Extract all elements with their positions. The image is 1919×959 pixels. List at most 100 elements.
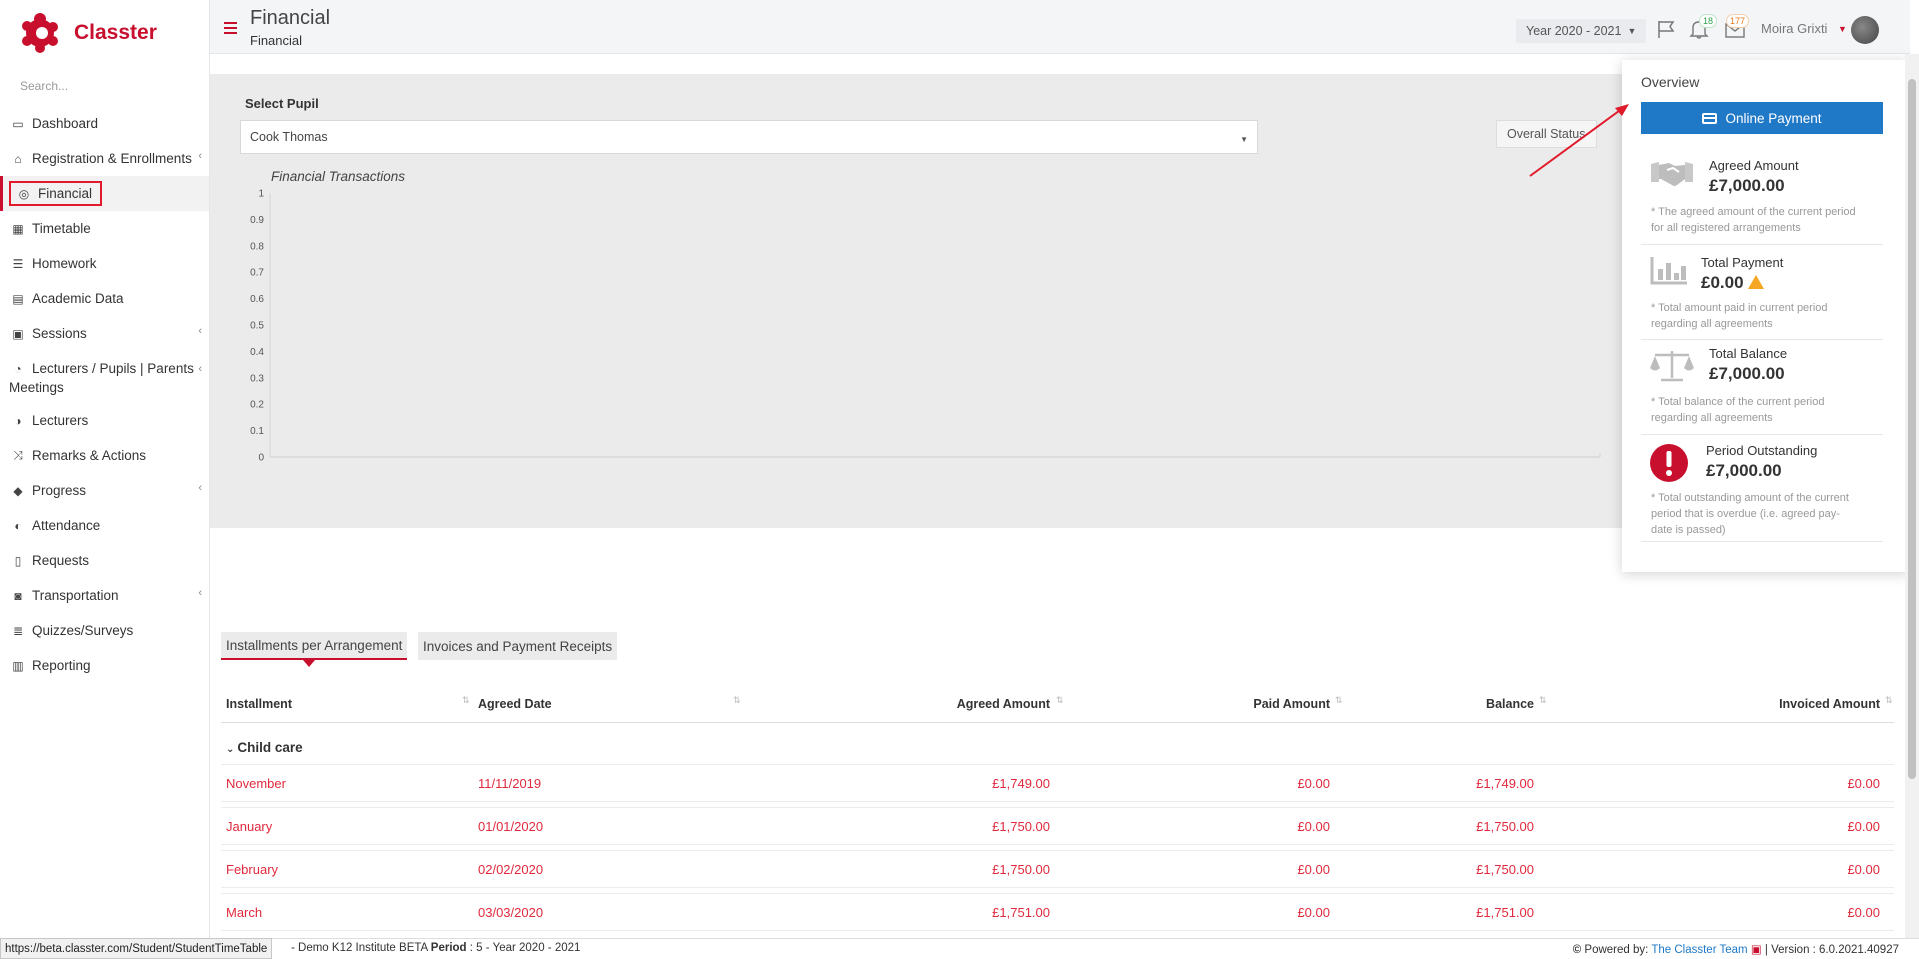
status-institute: - Demo K12 Institute BETA Period : 5 - Y… [291, 942, 580, 954]
hamburger-menu-icon[interactable] [224, 22, 237, 34]
cell-installment[interactable]: January [226, 819, 426, 834]
total-payment-value: £0.00 [1701, 273, 1744, 292]
sidebar-item-homework[interactable]: ☰ Homework [0, 246, 209, 281]
y-tick-label: 0.9 [250, 215, 264, 226]
online-payment-button[interactable]: Online Payment [1641, 102, 1883, 134]
caret-down-icon: ▼ [1240, 135, 1248, 144]
sidebar-item-financial[interactable]: ◎ Financial [0, 176, 209, 211]
checklist-icon: ≣ [12, 623, 24, 638]
sort-icon[interactable]: ⇅ [1335, 695, 1343, 706]
y-tick-label: 0 [258, 453, 264, 464]
period-outstanding-note: * Total outstanding amount of the curren… [1651, 492, 1849, 536]
table-row[interactable]: March 03/03/2020 £1,751.00 £0.00 £1,751.00 £0… [221, 893, 1894, 931]
users-icon: ◑ [14, 413, 22, 428]
institute-name: - Demo K12 Institute BETA [291, 942, 428, 954]
agreed-amount-label: Agreed Amount [1709, 158, 1799, 173]
table-row[interactable]: January 01/01/2020 £1,750.00 £0.00 £1,750.00… [221, 807, 1894, 845]
sidebar-item-academic-data[interactable]: ▤ Academic Data [0, 281, 209, 316]
laptop-icon: ▭ [12, 116, 24, 131]
user-caret-down-icon[interactable]: ▼ [1838, 24, 1847, 34]
sidebar-item-dashboard[interactable]: ▭ Dashboard [0, 106, 209, 141]
sidebar-item-label: Sessions [32, 326, 87, 341]
sidebar-item-lecturers-pupils-parents-meetings[interactable]: ◔ Lecturers / Pupils | Parents Meetings ‹ [0, 351, 209, 403]
sort-icon[interactable]: ⇅ [1885, 695, 1893, 706]
sidebar-search[interactable]: Search... [0, 66, 209, 106]
sort-icon[interactable]: ⇅ [462, 695, 470, 706]
scrollbar-thumb[interactable] [1908, 79, 1916, 779]
total-balance-value: £7,000.00 [1709, 364, 1785, 383]
sidebar-item-transportation[interactable]: ◙ Transportation ‹ [0, 578, 209, 613]
group-row-child-care[interactable]: ⌄ Child care [226, 740, 303, 755]
sidebar-item-timetable[interactable]: ▦ Timetable [0, 211, 209, 246]
sidebar-item-sessions[interactable]: ▣ Sessions ‹ [0, 316, 209, 351]
cell-balance: £1,750.00 [1476, 862, 1534, 877]
sidebar-item-label: Lecturers / Pupils | Parents Meetings [9, 361, 194, 395]
cell-installment[interactable]: November [226, 776, 426, 791]
sort-icon[interactable]: ⇅ [733, 695, 741, 706]
y-tick-label: 0.5 [250, 321, 264, 332]
classter-team-link[interactable]: The Classter Team [1651, 944, 1747, 956]
gift-icon[interactable]: ▣ [1751, 944, 1762, 956]
sort-icon[interactable]: ⇅ [1539, 695, 1547, 706]
column-header-paid-amount[interactable]: Paid Amount [1180, 697, 1330, 711]
total-payment-note: * Total amount paid in current period re… [1651, 302, 1828, 330]
sidebar-item-lecturers[interactable]: ◑ Lecturers [0, 403, 209, 438]
sidebar-item-attendance[interactable]: ◐ Attendance [0, 508, 209, 543]
sidebar-item-requests[interactable]: ▯ Requests [0, 543, 209, 578]
y-tick-label: 0.3 [250, 373, 264, 384]
sidebar-item-label: Timetable [32, 221, 91, 236]
y-tick-label: 1 [258, 189, 264, 200]
tasks-icon: ☰ [12, 256, 24, 271]
column-header-invoiced-amount[interactable]: Invoiced Amount [1730, 697, 1880, 711]
page-scrollbar[interactable] [1905, 54, 1919, 938]
chevron-left-icon: ‹ [198, 325, 202, 337]
chevron-down-icon: ⌄ [226, 744, 235, 755]
column-header-agreed-date[interactable]: Agreed Date [478, 697, 552, 711]
user-name[interactable]: Moira Grixti [1761, 21, 1827, 36]
table-row[interactable]: November 11/11/2019 £1,749.00 £0.00 £1,749.0… [221, 764, 1894, 802]
notifications-badge: 18 [1699, 14, 1718, 28]
flag-icon[interactable] [1655, 19, 1677, 39]
sidebar-item-registration-enrollments[interactable]: ⌂ Registration & Enrollments ‹ [0, 141, 209, 176]
cell-agreed-date: 11/11/2019 [478, 776, 542, 791]
sort-icon[interactable]: ⇅ [1056, 695, 1064, 706]
document-icon: ▯ [14, 553, 22, 568]
tab-invoices-and-payment-receipts[interactable]: Invoices and Payment Receipts [418, 632, 618, 660]
bus-icon: ◙ [14, 588, 22, 603]
active-tab-pointer [303, 660, 315, 667]
sidebar-item-remarks-actions[interactable]: ⤨ Remarks & Actions [0, 438, 209, 473]
sidebar-item-progress[interactable]: ◆ Progress ‹ [0, 473, 209, 508]
overview-title: Overview [1641, 74, 1700, 90]
tab-label: Installments per Arrangement [226, 637, 403, 653]
classter-small-icon: © [1572, 944, 1582, 956]
tab-installments-per-arrangement[interactable]: Installments per Arrangement [221, 632, 408, 660]
page-title: Financial [250, 7, 331, 29]
sidebar-item-label: Academic Data [32, 291, 124, 306]
pupil-select[interactable]: Cook Thomas ▼ [240, 120, 1258, 154]
y-tick-label: 0.4 [250, 347, 264, 358]
column-header-agreed-amount[interactable]: Agreed Amount [900, 697, 1050, 711]
sidebar-item-reporting[interactable]: ▥ Reporting [0, 648, 209, 683]
column-header-balance[interactable]: Balance [1384, 697, 1534, 711]
avatar[interactable] [1851, 16, 1879, 44]
status-bar: - Demo K12 Institute BETA Period : 5 - Y… [0, 938, 1919, 959]
cell-agreed-amount: £1,751.00 [992, 905, 1050, 920]
printer-icon: ▥ [12, 658, 24, 673]
y-tick-label: 0.1 [250, 426, 264, 437]
agreed-amount-note: * The agreed amount of the current perio… [1651, 206, 1856, 234]
year-selector[interactable]: Year 2020 - 2021 ▼ [1516, 19, 1647, 43]
table-row[interactable]: February 02/02/2020 £1,750.00 £0.00 £1,750.0… [221, 850, 1894, 888]
column-header-installment[interactable]: Installment [226, 697, 292, 711]
sidebar-item-quizzes-surveys[interactable]: ≣ Quizzes/Surveys [0, 613, 209, 648]
select-pupil-label: Select Pupil [245, 96, 319, 111]
cell-installment[interactable]: March [226, 905, 426, 920]
handshake-icon [1651, 162, 1693, 186]
cell-balance: £1,751.00 [1476, 905, 1534, 920]
cell-balance: £1,750.00 [1476, 819, 1534, 834]
logo[interactable]: Classter [0, 0, 209, 66]
total-payment-card: Total Payment £0.00 * Total amount paid … [1641, 245, 1883, 340]
cell-invoiced-amount: £0.00 [1847, 905, 1880, 920]
search-input[interactable]: Search... [20, 79, 68, 93]
total-payment-amount: £0.00 [1701, 273, 1764, 293]
cell-installment[interactable]: February [226, 862, 426, 877]
